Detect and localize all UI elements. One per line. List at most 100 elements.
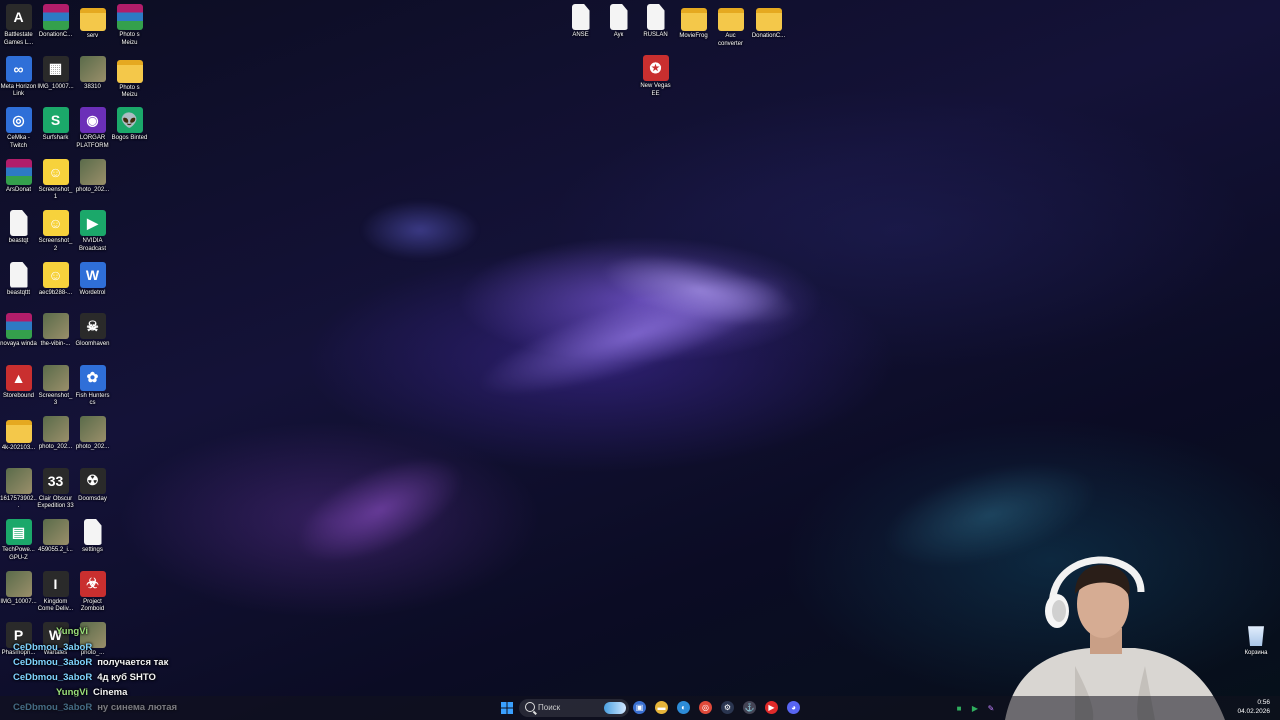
desktop-icon[interactable]: Auc converter [712,4,749,48]
desktop-icon[interactable]: S Surfshark [37,107,74,143]
chat-username: CeDbmou_3aboR [13,672,93,683]
explorer-icon[interactable]: ▬ [655,701,668,714]
discord-icon[interactable]: ◕ [787,701,800,714]
desktop-icon[interactable]: MovieFrog [675,4,712,41]
chat-message: YungVi [56,626,88,637]
clock[interactable]: 0:56 04.02.2026 [1237,698,1270,716]
desktop-icon[interactable]: ☠ Gloomhaven [74,313,111,349]
winrar-icon [5,158,32,185]
desktop-icon-label: Surfshark [42,135,69,141]
desktop-icon[interactable]: 4k-202103... [0,416,37,453]
smile-icon: ☺ [42,210,69,236]
desktop-icon-label: Doomsday [78,495,107,502]
steam-icon[interactable]: ⚙ [721,701,734,714]
chrome-icon: ◎ [5,107,32,133]
new-vegas-icon: ✪ [642,55,669,81]
nvidia-icon: ▶ [79,210,106,236]
desktop-icon[interactable]: ☢ Doomsday [74,467,111,504]
desktop-icon[interactable]: Photo s Meizu [111,4,148,47]
desktop-icon[interactable]: ◉ LORGAR PLATFORM [74,107,111,150]
desktop-icon[interactable]: ✿ Fish Hunters cs [74,364,111,408]
widgets-icon[interactable]: ▣ [633,701,646,714]
surfshark-icon: S [42,107,69,133]
desktop-icon[interactable]: the-vibin-... [37,313,74,349]
folder-icon [79,8,106,31]
desktop-icon[interactable]: DonationC... [37,4,74,40]
search-highlight-icon [604,702,626,714]
winrar-icon [116,4,143,30]
search-box[interactable]: Поиск [519,699,629,717]
desktop-icon[interactable]: DonationC... [750,4,787,41]
desktop-icon[interactable]: ▶ NVIDIA Broadcast [74,210,111,253]
smile-icon: ☺ [42,261,69,288]
desktop-icon[interactable]: beastqt [0,210,37,246]
desktop-icon[interactable]: ▤ TechPowe... GPU-Z [0,519,37,562]
desktop-icon[interactable]: photo_202... [37,416,74,452]
zomboid-icon: ☣ [79,570,106,597]
desktop-icon-label: beastqttt [6,289,30,296]
desktop-icon[interactable]: A Battlestate Games L... [0,4,37,47]
desktop-icon-label: 38310 [84,83,101,90]
image-icon [5,467,32,494]
desktop-icon-label: Fish Hunters cs [75,392,110,407]
desktop-icon[interactable]: ArsDonat [0,158,37,195]
desktop-icon-label: Bogos Binted [111,135,148,141]
desktop-icon[interactable]: ▲ Storebound [0,364,37,401]
image-icon [42,519,69,545]
desktop-icon[interactable]: photo_202... [74,416,111,452]
desktop-icon-label: Gloomhaven [75,341,110,347]
desktop-icon[interactable]: 459055.2_i... [37,519,74,555]
desktop-icon-label: ANSE [572,32,589,38]
desktop-icon[interactable]: ◎ CeMka - Twitch [0,107,37,150]
chrome-icon[interactable]: ◎ [699,701,712,714]
desktop-icon[interactable]: 1617573902... [0,467,37,511]
start-icon[interactable] [498,699,516,717]
lorgar-icon: ◉ [79,107,106,133]
desktop-icon[interactable]: serv [74,4,111,41]
desktop-icon-label: Wordetrol [79,289,106,296]
youtube-icon[interactable]: ▶ [765,701,778,714]
desktop-icon[interactable]: ∞ Meta Horizon Link [0,55,37,99]
desktop-icon[interactable]: ☺ aec9b288-... [37,261,74,298]
desktop-icon[interactable]: ☣ Project Zomboid [74,570,111,614]
desktop-icon[interactable]: beastqttt [0,261,37,298]
desktop-icon-label: beastqt [8,238,29,244]
desktop-icon[interactable]: ☺ Screenshot_1 [37,158,74,202]
desktop-icon-label: Аук [613,32,624,38]
image-icon [79,55,106,82]
desktop-icon-label: Project Zomboid [80,598,105,613]
desktop-icon-label: DonationC... [38,32,73,38]
winrar-icon [42,4,69,30]
desktop-icon[interactable]: ▦ IMG_10007... [37,55,74,92]
desktop-icon-label: settings [82,547,103,553]
tray-pen-icon[interactable]: ✎ [982,699,1000,717]
image-icon [42,364,69,391]
chat-text: 4д куб SHTO [97,672,156,683]
folder-icon [5,420,32,443]
recycle-bin[interactable]: Корзина [1241,624,1271,656]
search-icon [525,702,535,712]
desktop-icon[interactable]: RUSLAN [637,4,674,40]
desktop-icon[interactable]: W Wordetrol [74,261,111,298]
document-icon [9,210,28,236]
desktop-icon[interactable]: settings [74,519,111,555]
desktop-icon[interactable]: Аук [600,4,637,40]
desktop-icon-label: ArsDonat [5,186,31,193]
desktop-icon[interactable]: photo_202... [74,158,111,195]
browser-icon[interactable]: ◐ [677,701,690,714]
desktop-icon[interactable]: Screenshot_3 [37,364,74,408]
desktop-icon[interactable]: Photo s Meizu [111,56,148,100]
desktop-icon[interactable]: ✪ New Vegas EE [637,55,674,98]
desktop-icon[interactable]: 👽 Bogos Binted [111,107,148,143]
desktop-icon-label: Clair Obscur Expedition 33 [37,495,74,510]
document-icon [9,261,28,288]
desktop-icon-label: Photo s Meizu [119,32,140,46]
desktop-icon[interactable]: ☺ Screenshot_2 [37,210,74,253]
desktop-icon[interactable]: novaya winda [0,313,37,349]
anchor-icon[interactable]: ⚓ [743,701,756,714]
desktop-icon[interactable]: IMG_10007... [0,570,37,607]
desktop-icon[interactable]: 38310 [74,55,111,92]
desktop-icon[interactable]: ANSE [562,4,599,40]
desktop-icon[interactable]: 33 Clair Obscur Expedition 33 [37,467,74,511]
desktop-icon[interactable]: I Kingdom Come Deliv... [37,570,74,614]
